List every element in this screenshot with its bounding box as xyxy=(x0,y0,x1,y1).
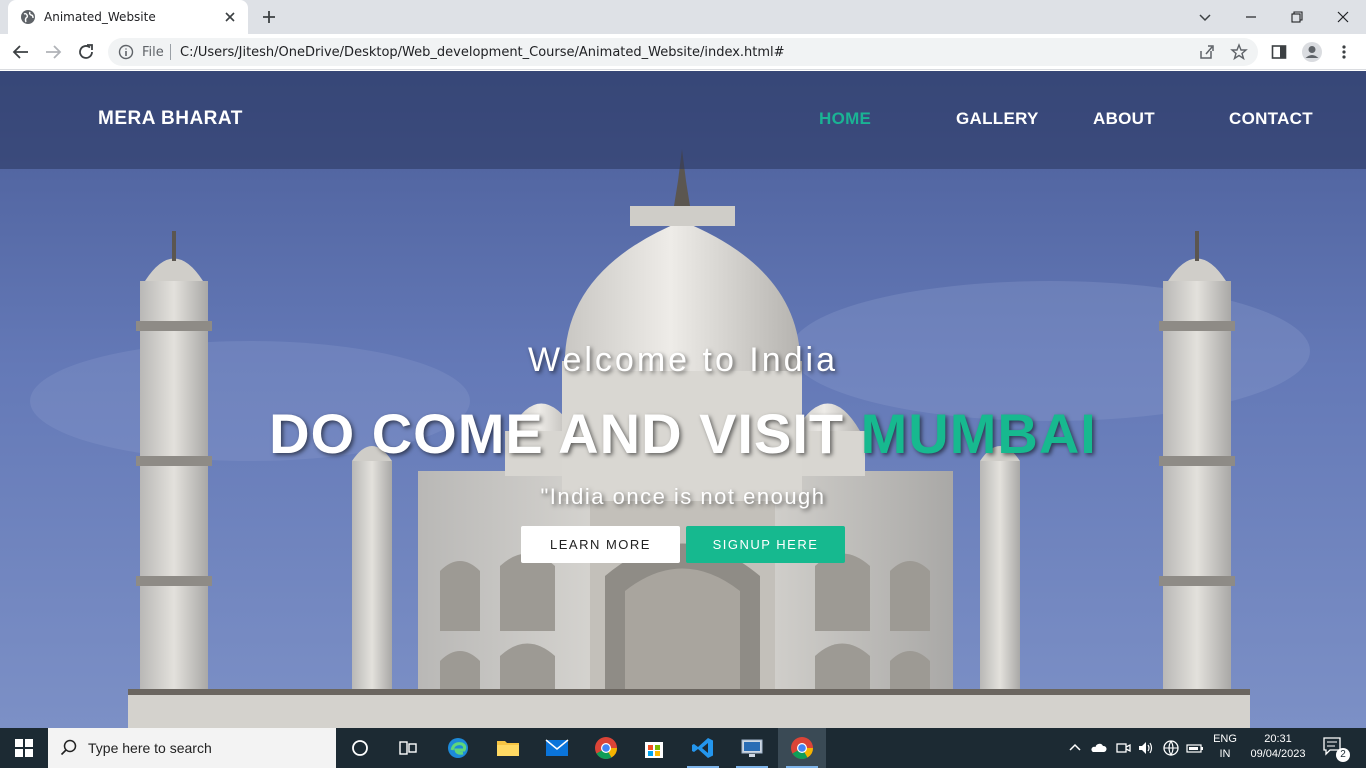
mail-icon xyxy=(545,739,569,756)
edge-icon xyxy=(448,738,468,758)
avatar-icon xyxy=(1302,42,1322,62)
hero-heading: DO COME AND VISIT MUMBAI xyxy=(0,401,1366,466)
star-icon[interactable] xyxy=(1230,43,1248,61)
language-code: ENG xyxy=(1213,733,1237,745)
side-panel-button[interactable] xyxy=(1267,40,1291,64)
address-bar[interactable]: File C:/Users/Jitesh/OneDrive/Desktop/We… xyxy=(108,38,1258,66)
chevron-down-icon xyxy=(1199,14,1211,22)
windows-taskbar: Type here to search ENG IN 20:31 09/04/2… xyxy=(0,728,1366,768)
store-button[interactable] xyxy=(630,728,678,768)
nav-home[interactable]: HOME xyxy=(819,109,871,129)
clock[interactable]: 20:31 09/04/2023 xyxy=(1246,733,1310,760)
signup-button[interactable]: SIGNUP HERE xyxy=(686,526,845,563)
browser-tabstrip: Animated_Website xyxy=(0,0,1366,34)
search-placeholder: Type here to search xyxy=(88,740,212,756)
chrome-active-icon xyxy=(791,737,813,759)
vscode-icon xyxy=(692,738,713,758)
battery-icon[interactable] xyxy=(1186,739,1204,757)
scheme-label: File xyxy=(142,45,164,60)
start-button[interactable] xyxy=(0,728,48,768)
globe-icon xyxy=(21,10,35,24)
hero-heading-prefix: DO COME AND VISIT xyxy=(269,402,845,465)
chevron-up-icon[interactable] xyxy=(1066,739,1084,757)
site-logo[interactable]: MERA BHARAT xyxy=(98,108,243,130)
new-tab-icon[interactable] xyxy=(260,8,278,26)
learn-more-button[interactable]: LEARN MORE xyxy=(521,526,680,563)
arrow-left-icon xyxy=(12,45,28,59)
mail-button[interactable] xyxy=(533,728,581,768)
volume-icon[interactable] xyxy=(1137,739,1155,757)
chrome-active-button[interactable] xyxy=(778,728,826,768)
vscode-button[interactable] xyxy=(679,728,727,768)
folder-icon xyxy=(497,741,519,756)
search-icon xyxy=(60,739,77,756)
info-icon[interactable] xyxy=(118,44,134,60)
taskbar-search-box[interactable]: Type here to search xyxy=(48,728,336,768)
notification-count-badge: 2 xyxy=(1336,748,1350,762)
clock-time: 20:31 xyxy=(1264,733,1292,745)
hero-welcome: Welcome to India xyxy=(527,341,839,379)
back-button[interactable] xyxy=(9,40,33,64)
taj-mahal-background-image xyxy=(0,71,1366,728)
browser-toolbar: File C:/Users/Jitesh/OneDrive/Desktop/We… xyxy=(0,34,1366,70)
remote-desktop-button[interactable] xyxy=(728,728,776,768)
share-icon[interactable] xyxy=(1198,43,1216,61)
tab-search-button[interactable] xyxy=(1182,0,1228,34)
restore-icon xyxy=(1291,11,1303,23)
reload-icon xyxy=(79,44,93,59)
reload-button[interactable] xyxy=(74,40,98,64)
windows-logo-icon xyxy=(15,739,33,757)
language-indicator[interactable]: ENG IN xyxy=(1206,733,1244,760)
edge-button[interactable] xyxy=(434,728,482,768)
arrow-right-icon xyxy=(46,45,62,59)
hero-quote: "India once is not enough xyxy=(540,484,826,509)
restore-button[interactable] xyxy=(1274,0,1320,34)
network-globe-icon[interactable] xyxy=(1162,739,1180,757)
cortana-icon xyxy=(352,740,368,756)
minimize-icon xyxy=(1246,16,1256,18)
tab-title: Animated_Website xyxy=(44,10,156,24)
hero-heading-highlight: MUMBAI xyxy=(860,402,1097,465)
close-icon xyxy=(1337,11,1349,23)
kebab-menu-icon xyxy=(1342,45,1346,59)
meet-now-icon[interactable] xyxy=(1114,739,1132,757)
nav-gallery[interactable]: GALLERY xyxy=(956,109,1039,129)
region-code: IN xyxy=(1219,748,1231,760)
close-window-button[interactable] xyxy=(1320,0,1366,34)
task-view-icon xyxy=(399,741,417,755)
file-explorer-button[interactable] xyxy=(484,728,532,768)
url-text[interactable]: C:/Users/Jitesh/OneDrive/Desktop/Web_dev… xyxy=(180,45,785,60)
store-icon xyxy=(645,742,663,758)
profile-button[interactable] xyxy=(1300,40,1324,64)
close-tab-icon[interactable] xyxy=(222,9,238,25)
menu-button[interactable] xyxy=(1332,40,1356,64)
side-panel-icon xyxy=(1271,45,1287,59)
minimize-button[interactable] xyxy=(1228,0,1274,34)
onedrive-cloud-icon[interactable] xyxy=(1090,739,1108,757)
cortana-button[interactable] xyxy=(336,728,384,768)
omnibox-divider xyxy=(170,44,171,60)
chrome-button[interactable] xyxy=(582,728,630,768)
remote-desktop-icon xyxy=(741,739,763,757)
task-view-button[interactable] xyxy=(384,728,432,768)
web-page: MERA BHARAT HOME GALLERY ABOUT CONTACT W… xyxy=(0,71,1366,728)
clock-date: 09/04/2023 xyxy=(1250,748,1306,760)
notification-center-button[interactable]: 2 xyxy=(1322,736,1350,762)
site-navbar: MERA BHARAT HOME GALLERY ABOUT CONTACT xyxy=(0,71,1366,169)
forward-button[interactable] xyxy=(41,40,65,64)
browser-tab[interactable]: Animated_Website xyxy=(8,0,248,34)
nav-about[interactable]: ABOUT xyxy=(1093,109,1155,129)
chrome-icon xyxy=(595,737,617,759)
nav-contact[interactable]: CONTACT xyxy=(1229,109,1313,129)
